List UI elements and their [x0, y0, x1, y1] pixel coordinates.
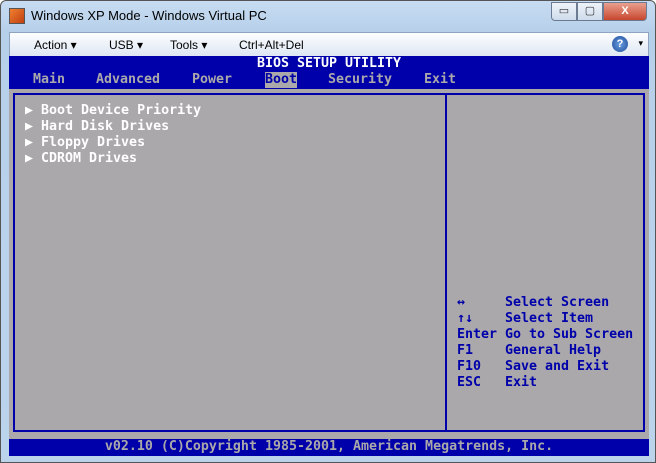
help-key: ↑↓ — [457, 311, 474, 326]
bios-header: BIOS SETUP UTILITY Main Advanced Power B… — [9, 56, 649, 89]
bios-footer: v02.10 (C)Copyright 1985-2001, American … — [9, 439, 649, 456]
minimize-button[interactable]: ▭ — [551, 2, 577, 21]
help-key: F1 — [457, 343, 474, 358]
virtual-pc-icon — [9, 8, 25, 24]
tab-boot[interactable]: Boot — [265, 72, 298, 88]
help-desc: Select Screen — [505, 295, 610, 310]
help-key: ↔ — [457, 295, 466, 310]
usb-menu[interactable]: USB ▾ — [109, 38, 143, 52]
help-desc: Go to Sub Screen — [505, 327, 634, 342]
triangle-right-icon: ▶ — [25, 151, 34, 166]
menu-item-hard-disk-drives[interactable]: ▶ Hard Disk Drives — [25, 119, 169, 135]
ctrl-alt-del-button[interactable]: Ctrl+Alt+Del — [239, 38, 304, 52]
window-controls: ▭ ▢ X — [551, 2, 647, 21]
help-desc: Select Item — [505, 311, 594, 326]
help-dropdown-icon[interactable]: ▾ — [638, 38, 643, 49]
triangle-right-icon: ▶ — [25, 135, 34, 150]
help-desc: Exit — [505, 375, 538, 390]
triangle-right-icon: ▶ — [25, 103, 34, 118]
toolbar: Action ▾ USB ▾ Tools ▾ Ctrl+Alt+Del ? ▾ — [9, 32, 649, 56]
triangle-right-icon: ▶ — [25, 119, 34, 134]
help-desc: General Help — [505, 343, 602, 358]
tab-advanced[interactable]: Advanced — [96, 72, 160, 88]
window: Windows XP Mode - Windows Virtual PC ▭ ▢… — [0, 0, 656, 463]
menu-item-boot-device-priority[interactable]: ▶ Boot Device Priority — [25, 103, 201, 119]
tab-security[interactable]: Security — [328, 72, 392, 88]
menu-item-cdrom-drives[interactable]: ▶ CDROM Drives — [25, 151, 137, 167]
bios-title: BIOS SETUP UTILITY — [256, 56, 402, 71]
item-label: Hard Disk Drives — [41, 119, 170, 134]
close-button[interactable]: X — [603, 2, 647, 21]
item-label: CDROM Drives — [41, 151, 138, 166]
panel-divider — [445, 95, 447, 430]
tab-power[interactable]: Power — [192, 72, 232, 88]
help-key: ESC — [457, 375, 482, 390]
item-label: Boot Device Priority — [41, 103, 202, 118]
bios-content-box: ▶ Boot Device Priority ▶ Hard Disk Drives … — [13, 93, 645, 432]
menu-item-floppy-drives[interactable]: ▶ Floppy Drives — [25, 135, 145, 151]
bios-screen[interactable]: BIOS SETUP UTILITY Main Advanced Power B… — [9, 56, 649, 456]
tab-exit[interactable]: Exit — [424, 72, 456, 88]
help-key: Enter — [457, 327, 498, 342]
help-icon[interactable]: ? — [612, 36, 628, 52]
window-title: Windows XP Mode - Windows Virtual PC — [31, 8, 267, 23]
tab-main[interactable]: Main — [33, 72, 65, 88]
help-key: F10 — [457, 359, 482, 374]
item-label: Floppy Drives — [41, 135, 146, 150]
action-menu[interactable]: Action ▾ — [34, 38, 77, 52]
help-desc: Save and Exit — [505, 359, 610, 374]
restore-button[interactable]: ▢ — [577, 2, 603, 21]
tools-menu[interactable]: Tools ▾ — [170, 38, 207, 52]
